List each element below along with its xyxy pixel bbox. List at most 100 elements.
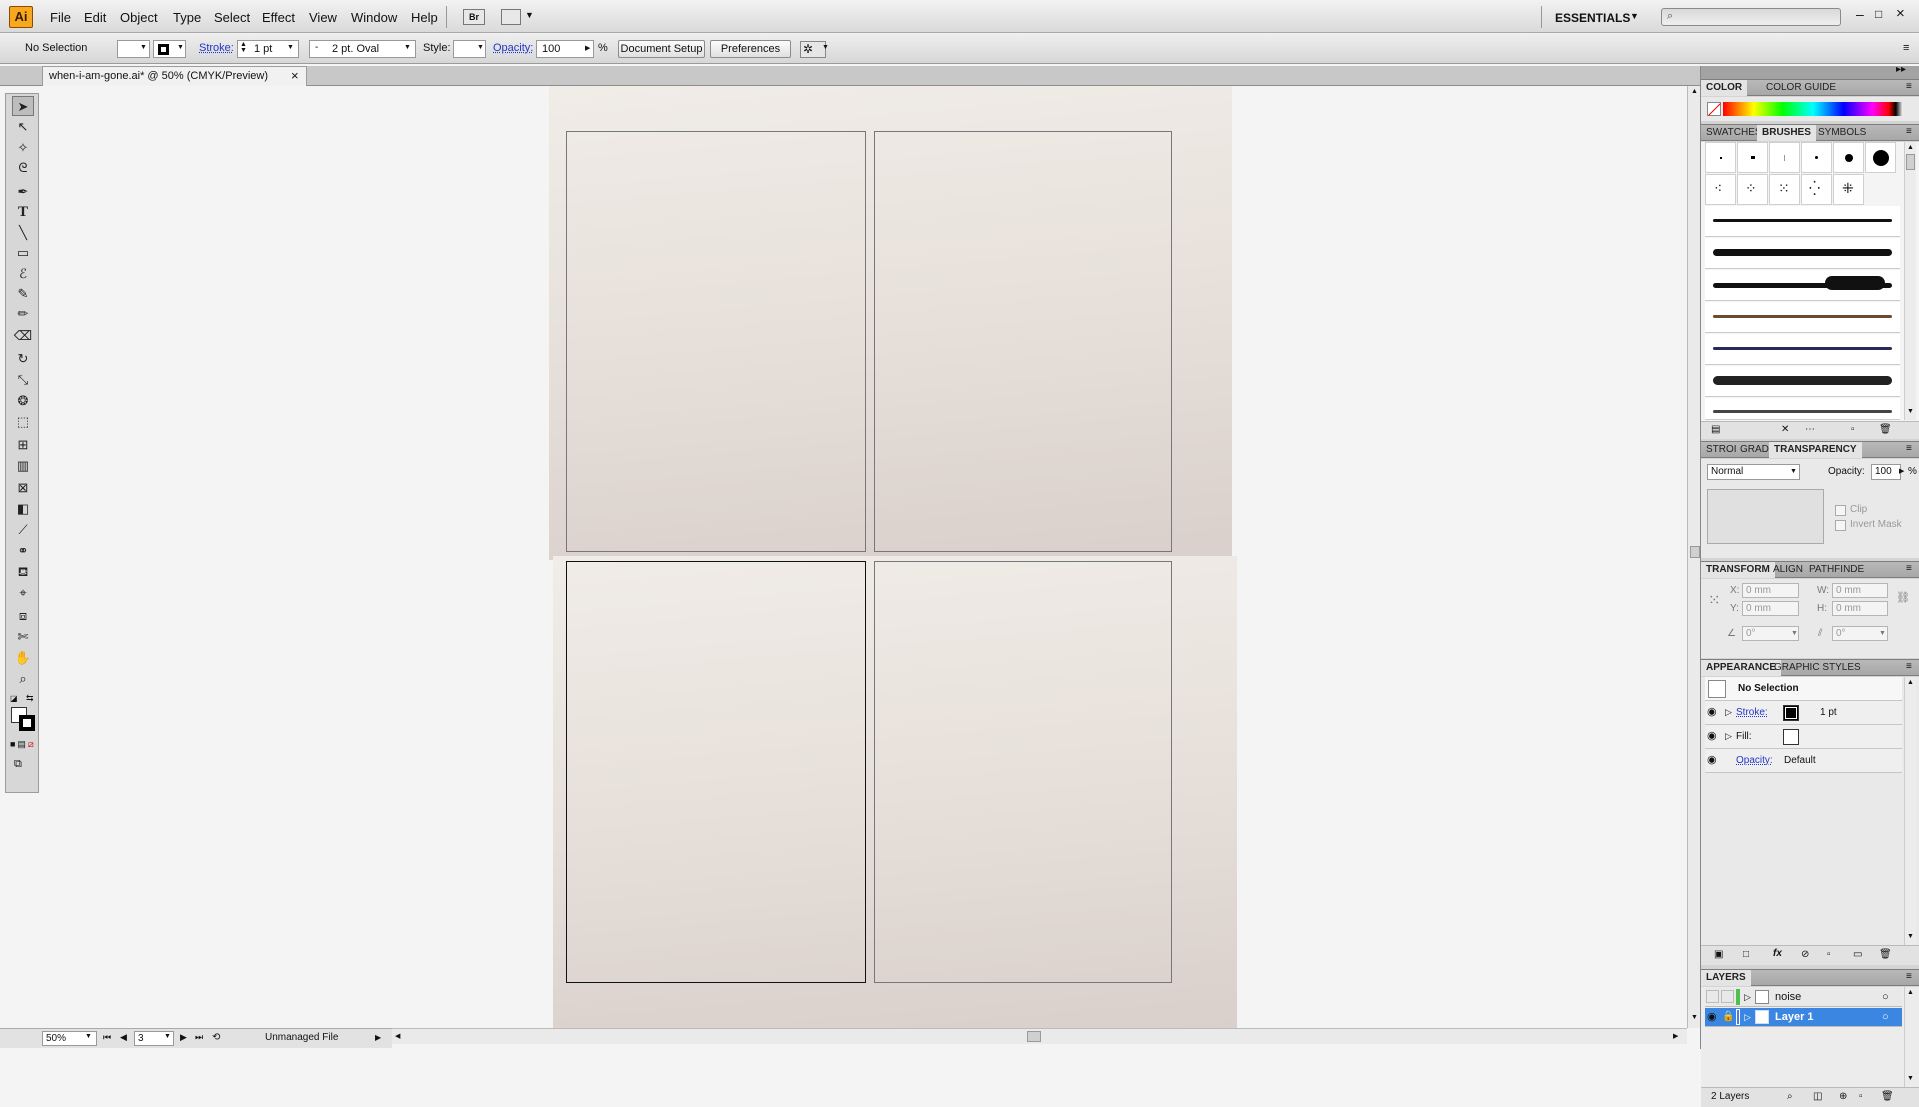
gradient-tool-icon[interactable]: ◧ [12,499,34,519]
tab-pathfinder[interactable]: PATHFINDE [1804,562,1869,578]
new-layer-icon[interactable]: ▫ [1859,1091,1863,1102]
graph-tool-icon[interactable]: ▥ [12,456,34,476]
add-stroke-icon[interactable]: ▣ [1714,949,1723,960]
appearance-opacity-row[interactable]: ◉ Opacity: Default [1705,749,1902,773]
brush-round-large[interactable] [1865,142,1896,173]
brush-art-7[interactable] [1705,398,1900,420]
direct-selection-tool-icon[interactable]: ↖ [12,117,34,137]
eyedropper-tool-icon[interactable]: ⟋ [12,520,34,540]
target-icon[interactable]: ○ [1882,988,1889,1006]
scroll-down-icon[interactable]: ▼ [1907,408,1914,415]
chevron-down-icon[interactable]: ▼ [1879,630,1886,637]
expand-triangle-icon[interactable]: ▷ [1744,1008,1751,1026]
y-field[interactable]: 0 mm [1742,601,1799,616]
brush-art-2[interactable] [1705,238,1900,269]
last-artboard-icon[interactable]: ⏭ [195,1032,203,1043]
eye-icon[interactable]: ◉ [1707,725,1717,748]
appearance-opacity-link[interactable]: Opacity: [1736,749,1773,772]
x-field[interactable]: 0 mm [1742,583,1799,598]
duplicate-item-icon[interactable]: ▭ [1853,949,1862,960]
screen-mode-icon[interactable]: ⧉ [14,758,22,771]
chevron-down-icon[interactable]: ▼ [477,44,484,51]
bridge-button[interactable]: Br [463,9,485,25]
brush-art-6[interactable] [1705,366,1900,397]
tab-transparency[interactable]: TRANSPARENCY [1769,442,1862,458]
invert-mask-checkbox[interactable] [1835,520,1846,531]
layer-row[interactable]: ◉ 🔒 ▷ Layer 1 ○ [1705,1008,1902,1027]
close-icon[interactable]: × [1896,5,1905,22]
scroll-up-icon[interactable]: ▲ [1907,679,1914,686]
panel-menu-icon[interactable]: ≡ [1906,971,1912,982]
blob-brush-tool-icon[interactable]: ✎ [12,284,34,304]
previous-artboard-icon[interactable]: ◀ [120,1032,127,1043]
document-tab[interactable]: when-i-am-gone.ai* @ 50% (CMYK/Preview) … [42,66,307,86]
scroll-right-icon[interactable]: ▶ [1673,1032,1678,1040]
brush-calligraphic-1[interactable] [1705,142,1736,173]
lock-icon[interactable]: 🔒 [1722,1008,1734,1026]
reduce-appearance-icon[interactable]: ▫ [1827,949,1831,960]
status-menu-icon[interactable]: ▶ [375,1033,381,1042]
horizontal-scroll-thumb[interactable] [1027,1031,1041,1042]
artboard-3[interactable] [566,561,866,983]
chevron-down-icon[interactable]: ▼ [177,44,184,51]
scale-tool-icon[interactable]: ⤡ [12,370,34,390]
appearance-scrollbar[interactable]: ▲ ▼ [1904,677,1916,945]
menu-object[interactable]: Object [120,10,158,25]
tab-color[interactable]: COLOR [1701,80,1748,96]
preferences-button[interactable]: Preferences [710,40,791,58]
eye-icon[interactable]: ◉ [1707,1008,1717,1026]
chevron-right-icon[interactable]: ▶ [585,44,590,52]
chevron-down-icon[interactable]: ▼ [85,1033,92,1040]
appearance-fill-row[interactable]: ◉ ▷ Fill: [1705,725,1902,749]
menu-window[interactable]: Window [351,10,397,25]
height-field[interactable]: 0 mm [1832,601,1888,616]
panel-menu-icon[interactable]: ≡ [1906,443,1912,454]
trash-icon[interactable]: 🗑 [1879,949,1892,960]
type-tool-icon[interactable]: T [12,202,34,222]
artboard-1[interactable] [566,131,866,552]
default-colors-icon[interactable]: ◪ [10,694,18,703]
live-paint-selection-tool-icon[interactable]: ⌖ [12,583,34,603]
menu-view[interactable]: View [309,10,337,25]
brush-scatter-4[interactable]: ⁛ [1801,174,1832,205]
appearance-fill-swatch[interactable] [1783,729,1799,745]
swap-colors-icon[interactable]: ⇆ [26,693,34,704]
eye-icon[interactable]: ◉ [1707,749,1717,772]
stroke-color-icon[interactable] [19,715,35,731]
scroll-up-icon[interactable]: ▲ [1907,144,1914,151]
lock-toggle[interactable] [1721,990,1734,1003]
tab-layers[interactable]: LAYERS [1701,970,1751,986]
remove-stroke-icon[interactable]: ✕ [1781,424,1789,435]
expand-triangle-icon[interactable]: ▷ [1725,725,1732,748]
scroll-left-icon[interactable]: ◀ [395,1032,400,1040]
rectangle-tool-icon[interactable]: ▭ [12,243,34,263]
panel-menu-icon[interactable]: ≡ [1906,126,1912,137]
trash-icon[interactable]: 🗑 [1879,424,1892,435]
close-tab-icon[interactable]: × [291,67,299,85]
canvas[interactable] [42,86,1687,1028]
layer-row[interactable]: ▷ noise ○ [1705,988,1902,1007]
chevron-right-icon[interactable]: ▶ [1899,467,1904,475]
layer-name[interactable]: noise [1775,988,1801,1006]
scroll-down-icon[interactable]: ▼ [1907,1075,1914,1082]
tab-brushes[interactable]: BRUSHES [1757,125,1816,141]
next-artboard-icon[interactable]: ▶ [180,1032,187,1043]
new-brush-icon[interactable]: ▫ [1851,424,1855,435]
chevron-down-icon[interactable]: ▼ [1791,630,1798,637]
chevron-down-icon[interactable]: ▼ [1790,468,1797,475]
tab-align[interactable]: ALIGN [1768,562,1808,578]
scroll-up-icon[interactable]: ▲ [1907,989,1914,996]
brush-art-1[interactable] [1705,206,1900,237]
chevron-down-icon[interactable]: ▼ [525,10,534,20]
symbol-sprayer-tool-icon[interactable]: ⊞ [12,435,34,455]
chevron-down-icon[interactable]: ▼ [140,44,147,51]
tab-color-guide[interactable]: COLOR GUIDE [1761,80,1841,96]
selection-tool-icon[interactable]: ➤ [12,96,34,116]
mesh-tool-icon[interactable]: ⊠ [12,478,34,498]
menu-file[interactable]: File [50,10,71,25]
layer-name[interactable]: Layer 1 [1775,1008,1814,1026]
scroll-thumb[interactable] [1906,154,1915,170]
panel-menu-icon[interactable]: ≡ [1906,563,1912,574]
brush-scatter-2[interactable]: ⁘ [1737,174,1768,205]
brush-libraries-icon[interactable]: ▤ [1711,424,1720,435]
